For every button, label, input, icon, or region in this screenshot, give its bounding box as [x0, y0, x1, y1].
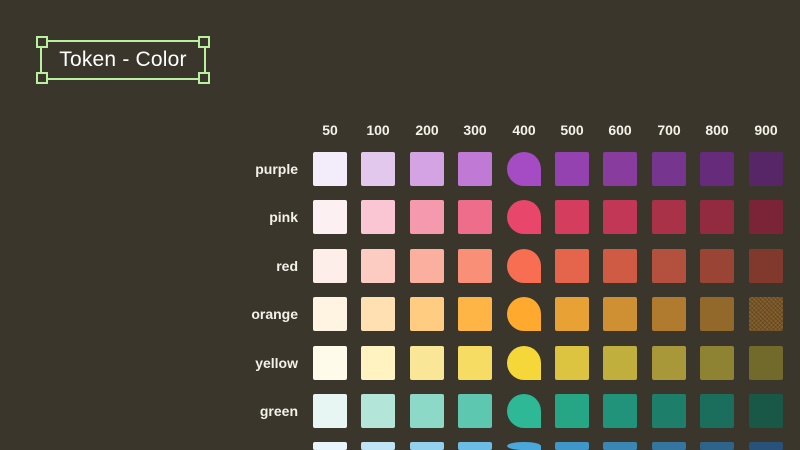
swatch-orange-100[interactable]	[361, 297, 395, 331]
swatch-row6-200[interactable]	[410, 442, 444, 450]
row-label-red: red	[276, 258, 298, 274]
swatch-green-900[interactable]	[749, 394, 783, 428]
swatch-green-400[interactable]	[507, 394, 541, 428]
swatch-row6-800[interactable]	[700, 442, 734, 450]
swatch-green-100[interactable]	[361, 394, 395, 428]
swatch-yellow-600[interactable]	[603, 346, 637, 380]
swatch-orange-800[interactable]	[700, 297, 734, 331]
column-header-200: 200	[415, 122, 439, 138]
column-header-100: 100	[366, 122, 390, 138]
swatch-pink-50[interactable]	[313, 200, 347, 234]
swatch-yellow-500[interactable]	[555, 346, 589, 380]
swatch-red-100[interactable]	[361, 249, 395, 283]
swatch-purple-500[interactable]	[555, 152, 589, 186]
swatch-pink-600[interactable]	[603, 200, 637, 234]
column-header-700: 700	[657, 122, 681, 138]
swatch-pink-400[interactable]	[507, 200, 541, 234]
swatch-red-400[interactable]	[507, 249, 541, 283]
swatch-red-700[interactable]	[652, 249, 686, 283]
row-label-orange: orange	[251, 306, 298, 322]
column-header-50: 50	[322, 122, 338, 138]
row-label-pink: pink	[269, 209, 298, 225]
resize-handle-bottom-right[interactable]	[198, 72, 210, 84]
swatch-green-800[interactable]	[700, 394, 734, 428]
swatch-green-500[interactable]	[555, 394, 589, 428]
swatch-purple-600[interactable]	[603, 152, 637, 186]
swatch-row6-300[interactable]	[458, 442, 492, 450]
swatch-green-200[interactable]	[410, 394, 444, 428]
swatch-yellow-700[interactable]	[652, 346, 686, 380]
frame-title: Token - Color	[59, 48, 187, 71]
resize-handle-top-right[interactable]	[198, 36, 210, 48]
swatch-pink-800[interactable]	[700, 200, 734, 234]
column-header-300: 300	[463, 122, 487, 138]
swatch-yellow-300[interactable]	[458, 346, 492, 380]
swatch-orange-200[interactable]	[410, 297, 444, 331]
swatch-red-900[interactable]	[749, 249, 783, 283]
swatch-pink-500[interactable]	[555, 200, 589, 234]
swatch-purple-200[interactable]	[410, 152, 444, 186]
row-label-purple: purple	[255, 161, 298, 177]
swatch-yellow-900[interactable]	[749, 346, 783, 380]
column-header-800: 800	[705, 122, 729, 138]
swatch-red-500[interactable]	[555, 249, 589, 283]
swatch-row6-50[interactable]	[313, 442, 347, 450]
swatch-row6-600[interactable]	[603, 442, 637, 450]
swatch-orange-900[interactable]	[749, 297, 783, 331]
swatch-red-600[interactable]	[603, 249, 637, 283]
swatch-yellow-800[interactable]	[700, 346, 734, 380]
swatch-green-600[interactable]	[603, 394, 637, 428]
swatch-purple-400[interactable]	[507, 152, 541, 186]
resize-handle-top-left[interactable]	[36, 36, 48, 48]
swatch-orange-400[interactable]	[507, 297, 541, 331]
swatch-red-200[interactable]	[410, 249, 444, 283]
swatch-row6-500[interactable]	[555, 442, 589, 450]
swatch-green-50[interactable]	[313, 394, 347, 428]
row-label-yellow: yellow	[255, 355, 298, 371]
swatch-purple-800[interactable]	[700, 152, 734, 186]
column-header-500: 500	[560, 122, 584, 138]
swatch-green-300[interactable]	[458, 394, 492, 428]
frame-selection[interactable]: Token - Color	[36, 36, 210, 84]
swatch-yellow-200[interactable]	[410, 346, 444, 380]
swatch-yellow-400[interactable]	[507, 346, 541, 380]
column-header-400: 400	[512, 122, 536, 138]
swatch-purple-300[interactable]	[458, 152, 492, 186]
swatch-red-300[interactable]	[458, 249, 492, 283]
swatch-orange-700[interactable]	[652, 297, 686, 331]
swatch-row6-100[interactable]	[361, 442, 395, 450]
swatch-orange-300[interactable]	[458, 297, 492, 331]
swatch-row6-400[interactable]	[507, 442, 541, 450]
swatch-orange-500[interactable]	[555, 297, 589, 331]
swatch-red-800[interactable]	[700, 249, 734, 283]
swatch-purple-900[interactable]	[749, 152, 783, 186]
swatch-row6-900[interactable]	[749, 442, 783, 450]
swatch-purple-50[interactable]	[313, 152, 347, 186]
swatch-purple-100[interactable]	[361, 152, 395, 186]
swatch-pink-100[interactable]	[361, 200, 395, 234]
swatch-red-50[interactable]	[313, 249, 347, 283]
column-header-600: 600	[608, 122, 632, 138]
swatch-pink-300[interactable]	[458, 200, 492, 234]
resize-handle-bottom-left[interactable]	[36, 72, 48, 84]
swatch-purple-700[interactable]	[652, 152, 686, 186]
swatch-orange-600[interactable]	[603, 297, 637, 331]
swatch-orange-50[interactable]	[313, 297, 347, 331]
swatch-green-700[interactable]	[652, 394, 686, 428]
swatch-pink-900[interactable]	[749, 200, 783, 234]
swatch-yellow-50[interactable]	[313, 346, 347, 380]
row-label-green: green	[259, 403, 298, 419]
swatch-pink-700[interactable]	[652, 200, 686, 234]
swatch-pink-200[interactable]	[410, 200, 444, 234]
column-header-900: 900	[754, 122, 778, 138]
swatch-yellow-100[interactable]	[361, 346, 395, 380]
swatch-row6-700[interactable]	[652, 442, 686, 450]
